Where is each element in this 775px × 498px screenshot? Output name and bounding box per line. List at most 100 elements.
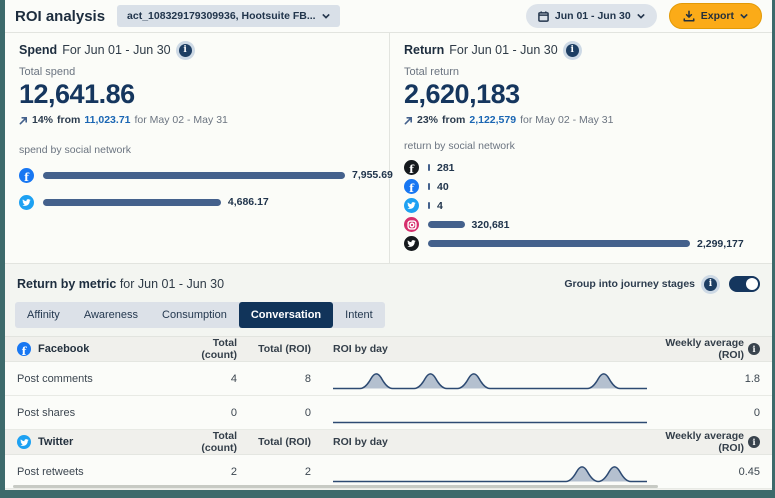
return-prev-value-link[interactable]: 2,122,579 bbox=[469, 114, 516, 126]
facebook-return-bar bbox=[428, 183, 430, 190]
table-row: Post shares 0 0 0 bbox=[5, 396, 772, 430]
col-roi-by-day: ROI by day bbox=[333, 436, 651, 448]
group-name: f Facebook bbox=[17, 342, 185, 356]
bar-value: 7,955.69 bbox=[352, 169, 393, 181]
twitter-spend-bar bbox=[43, 199, 221, 206]
spend-delta-pct: 14% bbox=[32, 114, 53, 126]
return-delta-period: for May 02 - May 31 bbox=[520, 114, 613, 126]
weekly-average-value: 0.45 bbox=[651, 466, 760, 478]
spend-delta: 14% from 11,023.71 for May 02 - May 31 bbox=[19, 114, 375, 126]
export-button[interactable]: Export bbox=[669, 3, 762, 29]
tab-conversation[interactable]: Conversation bbox=[239, 302, 333, 328]
bar-row: f 40 bbox=[404, 179, 758, 194]
spend-prev-value-link[interactable]: 11,023.71 bbox=[84, 114, 130, 126]
journey-stages-toggle[interactable] bbox=[729, 276, 760, 292]
group-header-facebook: f Facebook Total (count) Total (ROI) ROI… bbox=[5, 337, 772, 362]
info-icon[interactable]: i bbox=[179, 44, 192, 57]
facebook-spend-bar bbox=[43, 172, 345, 179]
metric-label: Post shares bbox=[17, 407, 185, 419]
col-weekly-average-label: Weekly average (ROI) bbox=[651, 489, 744, 498]
export-button-label: Export bbox=[701, 10, 734, 22]
total-spend-value: 12,641.86 bbox=[19, 79, 375, 110]
col-weekly-average: Weekly average (ROI) i bbox=[651, 337, 760, 361]
twitter-icon bbox=[404, 198, 419, 213]
col-total-roi: Total (ROI) bbox=[237, 436, 311, 448]
bar-value: 281 bbox=[437, 162, 455, 174]
date-range-picker[interactable]: Jun 01 - Jun 30 bbox=[526, 4, 657, 28]
col-roi-by-day: ROI by day bbox=[333, 343, 651, 355]
bar-row: f 281 bbox=[404, 160, 758, 175]
trend-up-icon bbox=[404, 116, 413, 125]
spend-title: Spend bbox=[19, 43, 57, 57]
total-roi-value: 0 bbox=[237, 407, 311, 419]
roi-by-day-sparkline bbox=[333, 459, 651, 485]
twitter-dark-return-bar bbox=[428, 240, 690, 247]
date-range-label: Jun 01 - Jun 30 bbox=[555, 10, 631, 22]
facebook-dark-return-bar bbox=[428, 164, 430, 171]
info-icon[interactable]: i bbox=[566, 44, 579, 57]
journey-stage-tabs: Affinity Awareness Consumption Conversat… bbox=[5, 292, 772, 336]
account-selector[interactable]: act_108329179309936, Hootsuite FB... bbox=[117, 5, 340, 27]
total-spend-label: Total spend bbox=[19, 66, 375, 78]
info-icon[interactable]: i bbox=[748, 343, 760, 355]
return-title: Return bbox=[404, 43, 444, 57]
bar-row: f 7,955.69 bbox=[19, 167, 375, 183]
bar-value: 40 bbox=[437, 181, 449, 193]
instagram-return-bar bbox=[428, 221, 465, 228]
calendar-icon bbox=[538, 11, 549, 22]
col-weekly-average-label: Weekly average (ROI) bbox=[651, 430, 744, 454]
download-icon bbox=[683, 10, 695, 22]
chevron-down-icon bbox=[637, 12, 645, 20]
total-roi-value: 2 bbox=[237, 466, 311, 478]
bar-value: 2,299,177 bbox=[697, 238, 744, 250]
weekly-average-value: 1.8 bbox=[651, 373, 760, 385]
journey-stages-toggle-label: Group into journey stages bbox=[564, 278, 695, 290]
spend-chart-label: spend by social network bbox=[19, 144, 375, 156]
facebook-icon: f bbox=[17, 342, 31, 356]
spend-delta-from: from bbox=[57, 114, 80, 126]
twitter-icon bbox=[19, 195, 34, 210]
spend-by-network-chart: f 7,955.69 4,686.17 bbox=[19, 167, 375, 210]
total-count-value: 0 bbox=[185, 407, 237, 419]
twitter-return-bar bbox=[428, 202, 430, 209]
tab-awareness[interactable]: Awareness bbox=[72, 302, 150, 328]
section-title: Return by metric bbox=[17, 277, 116, 291]
trend-up-icon bbox=[19, 116, 28, 125]
total-count-value: 2 bbox=[185, 466, 237, 478]
spend-card: Spend For Jun 01 - Jun 30 i Total spend … bbox=[5, 33, 390, 263]
facebook-icon: f bbox=[404, 179, 419, 194]
info-icon[interactable]: i bbox=[748, 436, 760, 448]
group-name: Instagram Business bbox=[17, 494, 185, 498]
return-delta-pct: 23% bbox=[417, 114, 438, 126]
horizontal-scrollbar[interactable] bbox=[13, 485, 658, 488]
twitter-icon bbox=[17, 435, 31, 449]
total-count-value: 4 bbox=[185, 373, 237, 385]
info-icon[interactable]: i bbox=[704, 278, 717, 291]
spend-period: For Jun 01 - Jun 30 bbox=[62, 43, 170, 57]
tab-intent[interactable]: Intent bbox=[333, 302, 385, 328]
group-name: Twitter bbox=[17, 435, 185, 449]
col-weekly-average: Weekly average (ROI) i bbox=[651, 430, 760, 454]
instagram-icon bbox=[404, 217, 419, 232]
tab-affinity[interactable]: Affinity bbox=[15, 302, 72, 328]
bar-row: 2,299,177 bbox=[404, 236, 758, 251]
total-return-label: Total return bbox=[404, 66, 758, 78]
facebook-icon: f bbox=[19, 168, 34, 183]
bar-value: 4,686.17 bbox=[228, 196, 269, 208]
top-header: ROI analysis act_108329179309936, Hootsu… bbox=[5, 0, 772, 33]
tab-consumption[interactable]: Consumption bbox=[150, 302, 239, 328]
return-by-metric-header: Return by metric for Jun 01 - Jun 30 Gro… bbox=[5, 264, 772, 292]
account-selector-label: act_108329179309936, Hootsuite FB... bbox=[127, 10, 316, 22]
group-header-instagram-business: Instagram Business Total (count) Total (… bbox=[5, 489, 772, 498]
spend-delta-period: for May 02 - May 31 bbox=[135, 114, 228, 126]
col-total-count: Total (count) bbox=[185, 430, 237, 454]
metric-label: Post retweets bbox=[17, 466, 185, 478]
roi-by-day-sparkline bbox=[333, 366, 651, 392]
bar-value: 320,681 bbox=[472, 219, 510, 231]
return-by-metric-title: Return by metric for Jun 01 - Jun 30 bbox=[17, 277, 224, 291]
table-row: Post retweets 2 2 0.45 bbox=[5, 455, 772, 489]
return-by-network-chart: f 281 f 40 4 320,681 bbox=[404, 160, 758, 251]
spend-card-title: Spend For Jun 01 - Jun 30 i bbox=[19, 43, 375, 57]
col-total-roi: Total (ROI) bbox=[237, 343, 311, 355]
roi-by-day-sparkline bbox=[333, 400, 651, 426]
